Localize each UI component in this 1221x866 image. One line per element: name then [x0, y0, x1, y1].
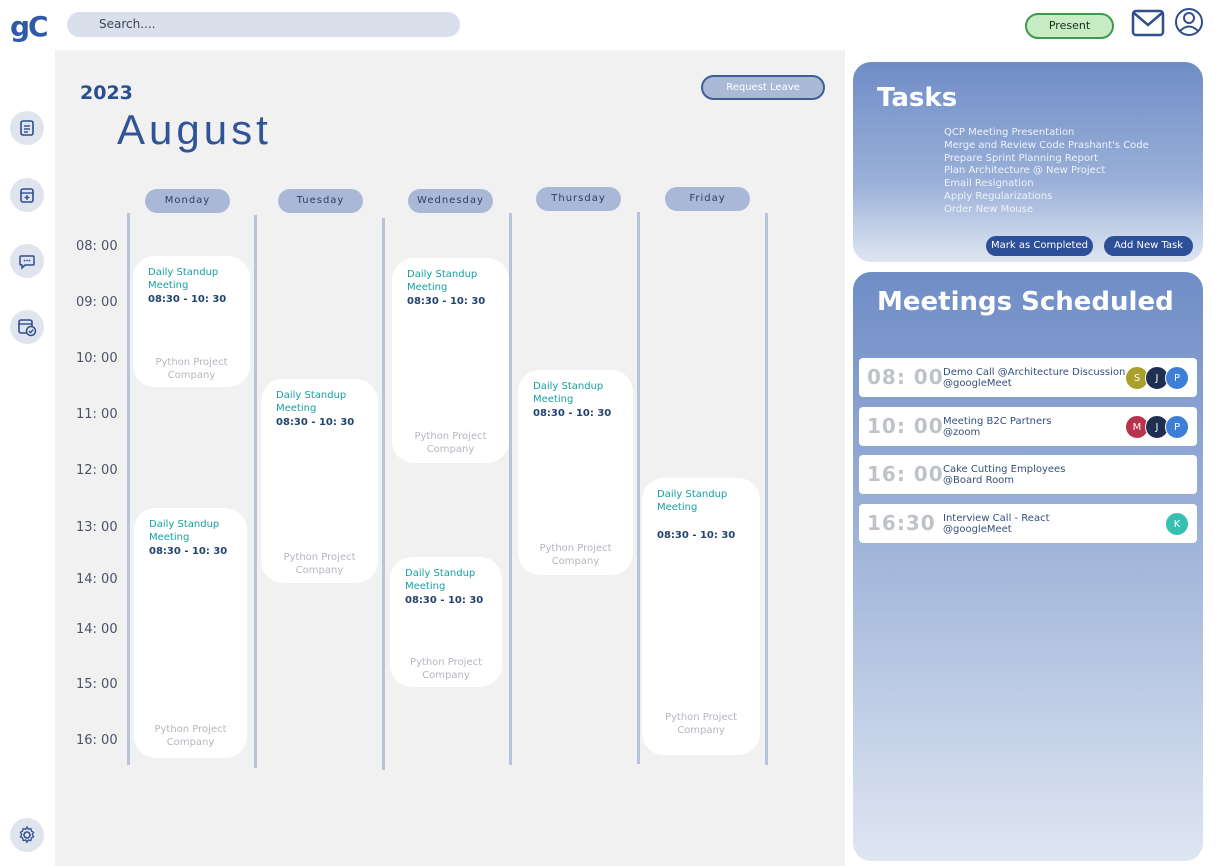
task-item[interactable]: Merge and Review Code Prashant's Code — [944, 140, 1149, 153]
event-title: Daily Standup Meeting — [657, 489, 728, 513]
grid-line — [382, 218, 385, 770]
event-time: 08:30 - 10: 30 — [407, 296, 486, 307]
time-label: 15: 00 — [76, 677, 118, 692]
month-title: August — [117, 106, 272, 153]
event-title: Daily Standup Meeting — [405, 568, 476, 592]
meeting-card[interactable]: 16:30 Interview Call - React @googleMeet … — [859, 504, 1197, 543]
calendar-event[interactable]: Daily Standup Meeting 08:30 - 10: 30 Pyt… — [392, 258, 509, 463]
meeting-time: 16:30 — [867, 511, 936, 535]
calendar-event[interactable]: Daily Standup Meeting 08:30 - 10: 30 Pyt… — [642, 478, 760, 755]
add-calendar-icon[interactable] — [10, 178, 44, 212]
event-title: Daily Standup Meeting — [149, 519, 220, 543]
time-label: 16: 00 — [76, 733, 118, 748]
event-title: Daily Standup Meeting — [407, 269, 478, 293]
user-icon[interactable] — [1174, 7, 1204, 37]
event-project: Python Project Company — [539, 543, 612, 567]
calendar-event[interactable]: Daily Standup Meeting 08:30 - 10: 30 Pyt… — [261, 379, 378, 583]
day-header-tuesday[interactable]: Tuesday — [278, 189, 363, 213]
grid-line — [127, 213, 130, 765]
task-item[interactable]: Order New Mouse — [944, 204, 1149, 217]
time-label: 09: 00 — [76, 295, 118, 310]
calendar-event[interactable]: Daily Standup Meeting 08:30 - 10: 30 Pyt… — [134, 508, 247, 758]
app-logo: gC — [10, 10, 49, 43]
meeting-details: Cake Cutting Employees @Board Room — [943, 464, 1066, 486]
search-input[interactable]: Search.... — [67, 12, 460, 37]
calendar-event[interactable]: Daily Standup Meeting 08:30 - 10: 30 Pyt… — [390, 557, 502, 687]
event-project: Python Project Company — [155, 357, 228, 381]
event-project: Python Project Company — [664, 712, 738, 736]
meeting-card[interactable]: 16: 00 Cake Cutting Employees @Board Room — [859, 455, 1197, 494]
year-label: 2023 — [80, 82, 133, 104]
event-time: 08:30 - 10: 30 — [405, 595, 484, 606]
time-label: 13: 00 — [76, 520, 118, 535]
grid-line — [509, 213, 512, 765]
day-header-friday[interactable]: Friday — [665, 187, 750, 211]
avatar[interactable]: P — [1165, 366, 1189, 390]
event-title: Daily Standup Meeting — [148, 267, 219, 291]
grid-line — [765, 213, 768, 765]
time-label: 10: 00 — [76, 351, 118, 366]
event-project: Python Project Company — [414, 431, 487, 455]
meeting-card[interactable]: 10: 00 Meeting B2C Partners @zoom M J P — [859, 407, 1197, 446]
grid-line — [637, 212, 640, 764]
chat-icon[interactable] — [10, 244, 44, 278]
meetings-title: Meetings Scheduled — [877, 287, 1174, 317]
meeting-details: Meeting B2C Partners @zoom — [943, 416, 1052, 438]
document-icon[interactable] — [10, 111, 44, 145]
day-header-monday[interactable]: Monday — [145, 189, 230, 213]
day-header-wednesday[interactable]: Wednesday — [408, 189, 493, 213]
task-item[interactable]: QCP Meeting Presentation — [944, 127, 1149, 140]
mail-icon[interactable] — [1131, 8, 1165, 38]
calendar-event[interactable]: Daily Standup Meeting 08:30 - 10: 30 Pyt… — [518, 370, 633, 575]
event-title: Daily Standup Meeting — [533, 381, 604, 405]
event-title: Daily Standup Meeting — [276, 390, 347, 414]
gear-icon[interactable] — [10, 818, 44, 852]
meeting-details: Interview Call - React @googleMeet — [943, 513, 1050, 535]
task-list: QCP Meeting Presentation Merge and Revie… — [944, 127, 1149, 217]
calendar-event[interactable]: Daily Standup Meeting 08:30 - 10: 30 Pyt… — [133, 256, 250, 387]
time-label: 12: 00 — [76, 463, 118, 478]
time-label: 11: 00 — [76, 407, 118, 422]
event-time: 08:30 - 10: 30 — [149, 546, 228, 557]
time-label: 14: 00 — [76, 622, 118, 637]
task-item[interactable]: Plan Architecture @ New Project — [944, 165, 1149, 178]
mark-completed-button[interactable]: Mark as Completed — [986, 236, 1093, 256]
add-task-button[interactable]: Add New Task — [1104, 236, 1193, 256]
avatar[interactable]: P — [1165, 415, 1189, 439]
grid-line — [254, 215, 257, 768]
task-item[interactable]: Prepare Sprint Planning Report — [944, 153, 1149, 166]
task-item[interactable]: Apply Regularizations — [944, 191, 1149, 204]
event-project: Python Project Company — [283, 552, 356, 576]
meeting-card[interactable]: 08: 00 Demo Call @Architecture Discussio… — [859, 358, 1197, 397]
task-item[interactable]: Email Resignation — [944, 178, 1149, 191]
event-time: 08:30 - 10: 30 — [276, 417, 355, 428]
meeting-details: Demo Call @Architecture Discussion @googl… — [943, 367, 1126, 389]
day-header-thursday[interactable]: Thursday — [536, 187, 621, 211]
event-time: 08:30 - 10: 30 — [533, 408, 612, 419]
event-project: Python Project Company — [154, 724, 227, 748]
tasks-title: Tasks — [877, 83, 958, 113]
event-time: 08:30 - 10: 30 — [148, 294, 227, 305]
meeting-time: 10: 00 — [867, 414, 944, 438]
event-project: Python Project Company — [409, 657, 483, 681]
avatar[interactable]: K — [1165, 512, 1189, 536]
request-leave-button[interactable]: Request Leave — [701, 75, 825, 100]
time-label: 08: 00 — [76, 239, 118, 254]
status-badge[interactable]: Present — [1025, 13, 1114, 39]
time-label: 14: 00 — [76, 572, 118, 587]
event-time: 08:30 - 10: 30 — [657, 530, 736, 541]
meeting-time: 16: 00 — [867, 462, 944, 486]
meeting-time: 08: 00 — [867, 365, 944, 389]
calendar-check-icon[interactable] — [10, 310, 44, 344]
